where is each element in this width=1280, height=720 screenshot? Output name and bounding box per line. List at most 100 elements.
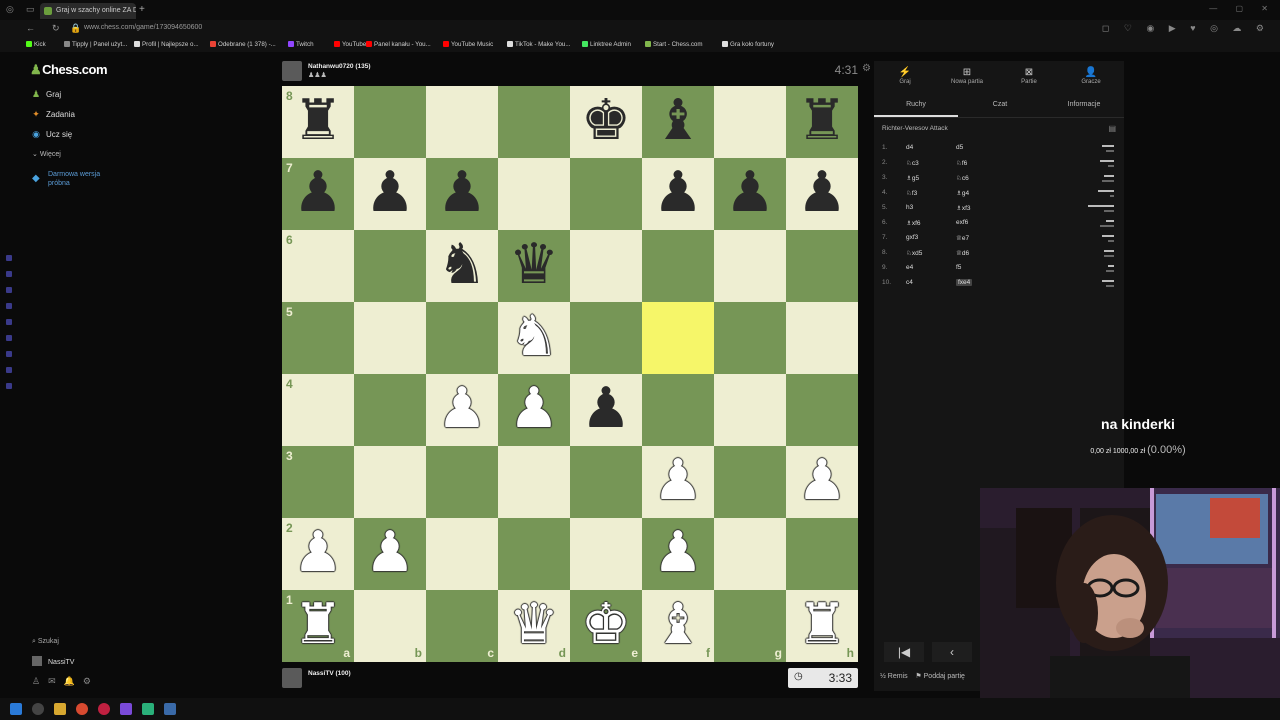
- square-b6[interactable]: [354, 230, 426, 302]
- black-pawn-icon[interactable]: ♟: [426, 158, 498, 230]
- square-g8[interactable]: [714, 86, 786, 158]
- white-move[interactable]: c4: [906, 279, 913, 286]
- white-queen-icon[interactable]: ♛: [498, 590, 570, 662]
- firefox-icon[interactable]: [76, 703, 88, 715]
- file-explorer-icon[interactable]: [54, 703, 66, 715]
- square-d5[interactable]: ♞: [498, 302, 570, 374]
- square-h2[interactable]: [786, 518, 858, 590]
- browser-menu-icon[interactable]: ◎: [6, 4, 16, 14]
- white-pawn-icon[interactable]: ♟: [354, 518, 426, 590]
- black-move[interactable]: f5: [956, 264, 961, 271]
- square-a2[interactable]: 2 ♟: [282, 518, 354, 590]
- square-e5[interactable]: [570, 302, 642, 374]
- white-rook-icon[interactable]: ♜: [282, 590, 354, 662]
- square-b3[interactable]: [354, 446, 426, 518]
- white-knight-icon[interactable]: ♞: [498, 302, 570, 374]
- panel-tab-0[interactable]: ⚡ Graj: [874, 67, 936, 85]
- square-h8[interactable]: ♜: [786, 86, 858, 158]
- bookmark-item[interactable]: Kick: [26, 41, 46, 48]
- opponent-name[interactable]: Nathanwu0720 (135): [308, 63, 371, 70]
- black-pawn-icon[interactable]: ♟: [570, 374, 642, 446]
- bookmark-item[interactable]: Start - Chess.com: [645, 41, 703, 48]
- discord-icon[interactable]: [120, 703, 132, 715]
- square-b4[interactable]: [354, 374, 426, 446]
- new-tab-button[interactable]: +: [139, 4, 145, 16]
- square-d6[interactable]: ♛: [498, 230, 570, 302]
- white-pawn-icon[interactable]: ♟: [282, 518, 354, 590]
- black-move[interactable]: ♘f6: [956, 159, 967, 167]
- square-c3[interactable]: [426, 446, 498, 518]
- bookmark-item[interactable]: YouTube Music: [443, 41, 493, 48]
- search-icon[interactable]: [32, 703, 44, 715]
- panel-tab-1[interactable]: ⊞ Nowa partia: [936, 67, 998, 85]
- bookmark-item[interactable]: Profil | Najlepsze o...: [134, 41, 199, 48]
- black-queen-icon[interactable]: ♛: [498, 230, 570, 302]
- square-g1[interactable]: g: [714, 590, 786, 662]
- opponent-avatar[interactable]: [282, 61, 302, 81]
- black-move[interactable]: fxe4: [956, 279, 973, 286]
- white-rook-icon[interactable]: ♜: [786, 590, 858, 662]
- self-avatar[interactable]: [282, 668, 302, 688]
- square-e8[interactable]: ♚: [570, 86, 642, 158]
- square-b1[interactable]: b: [354, 590, 426, 662]
- square-b7[interactable]: ♟: [354, 158, 426, 230]
- square-h4[interactable]: [786, 374, 858, 446]
- square-a5[interactable]: 5: [282, 302, 354, 374]
- square-f5[interactable]: [642, 302, 714, 374]
- white-move[interactable]: h3: [906, 204, 913, 211]
- square-a8[interactable]: 8 ♜: [282, 86, 354, 158]
- square-a1[interactable]: 1 a ♜: [282, 590, 354, 662]
- square-d7[interactable]: [498, 158, 570, 230]
- site-info-icon[interactable]: 🔒: [70, 23, 81, 34]
- square-e4[interactable]: ♟: [570, 374, 642, 446]
- bookmark-item[interactable]: Panel kanału - You...: [366, 41, 431, 48]
- white-pawn-icon[interactable]: ♟: [426, 374, 498, 446]
- book-icon[interactable]: ▤: [1108, 124, 1116, 133]
- square-d2[interactable]: [498, 518, 570, 590]
- self-name[interactable]: NassiTV (100): [308, 670, 351, 677]
- subtab-0[interactable]: Ruchy: [874, 101, 958, 108]
- url-field[interactable]: www.chess.com/game/173094650600: [84, 24, 202, 31]
- square-g4[interactable]: [714, 374, 786, 446]
- square-b5[interactable]: [354, 302, 426, 374]
- subtab-1[interactable]: Czat: [958, 101, 1042, 108]
- square-e6[interactable]: [570, 230, 642, 302]
- nav-item-ucz-się[interactable]: ◉ Ucz się: [30, 128, 72, 141]
- black-move[interactable]: exf6: [956, 219, 968, 226]
- white-pawn-icon[interactable]: ♟: [642, 518, 714, 590]
- black-rook-icon[interactable]: ♜: [282, 86, 354, 158]
- browser-tab-active[interactable]: Graj w szachy online ZA D...: [40, 3, 136, 19]
- resign-button[interactable]: Poddaj partię: [924, 673, 965, 680]
- black-pawn-icon[interactable]: ♟: [642, 158, 714, 230]
- panel-tab-3[interactable]: 👤 Gracze: [1060, 67, 1122, 85]
- square-h3[interactable]: ♟: [786, 446, 858, 518]
- square-c6[interactable]: ♞: [426, 230, 498, 302]
- square-g3[interactable]: [714, 446, 786, 518]
- black-move[interactable]: ♗g4: [956, 189, 969, 197]
- black-move[interactable]: ♘c6: [956, 174, 969, 182]
- window-controls[interactable]: — ▢ ✕: [1209, 4, 1276, 13]
- bookmark-item[interactable]: Twitch: [288, 41, 314, 48]
- white-move[interactable]: gxf3: [906, 234, 918, 241]
- square-f4[interactable]: [642, 374, 714, 446]
- square-f8[interactable]: ♝: [642, 86, 714, 158]
- square-d3[interactable]: [498, 446, 570, 518]
- square-f6[interactable]: [642, 230, 714, 302]
- previous-move-button[interactable]: ‹: [932, 642, 972, 662]
- square-c4[interactable]: ♟: [426, 374, 498, 446]
- square-c8[interactable]: [426, 86, 498, 158]
- square-g5[interactable]: [714, 302, 786, 374]
- square-h7[interactable]: ♟: [786, 158, 858, 230]
- square-e7[interactable]: [570, 158, 642, 230]
- obs-icon[interactable]: [142, 703, 154, 715]
- square-e1[interactable]: e ♚: [570, 590, 642, 662]
- square-e3[interactable]: [570, 446, 642, 518]
- nav-item-graj[interactable]: ♟ Graj: [30, 88, 61, 101]
- black-king-icon[interactable]: ♚: [570, 86, 642, 158]
- square-a3[interactable]: 3: [282, 446, 354, 518]
- square-d8[interactable]: [498, 86, 570, 158]
- square-h6[interactable]: [786, 230, 858, 302]
- square-c1[interactable]: c: [426, 590, 498, 662]
- windows-start-icon[interactable]: [10, 703, 22, 715]
- square-f3[interactable]: ♟: [642, 446, 714, 518]
